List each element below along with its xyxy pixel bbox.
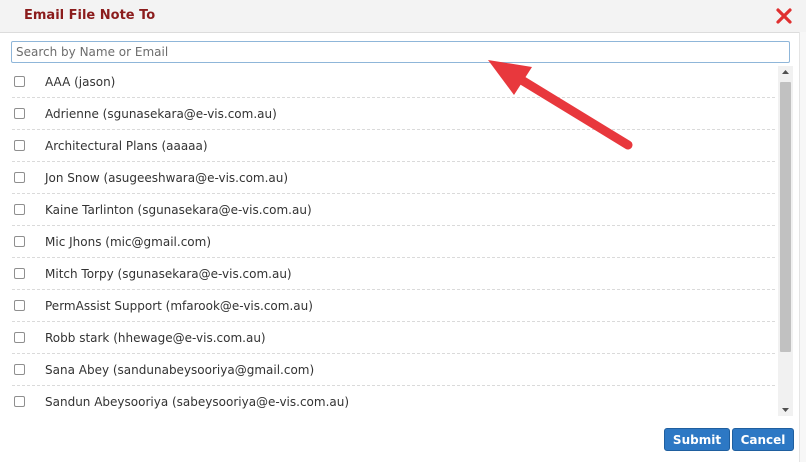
scrollbar-thumb[interactable] <box>780 82 791 352</box>
recipient-list: AAA (jason) Adrienne (sgunasekara@e-vis.… <box>0 66 777 416</box>
recipient-checkbox[interactable] <box>14 108 25 119</box>
recipient-row[interactable]: AAA (jason) <box>12 66 775 98</box>
recipient-checkbox[interactable] <box>14 204 25 215</box>
recipient-checkbox[interactable] <box>14 140 25 151</box>
search-input[interactable] <box>11 41 790 63</box>
recipient-checkbox[interactable] <box>14 268 25 279</box>
recipient-row[interactable]: Jon Snow (asugeeshwara@e-vis.com.au) <box>12 162 775 194</box>
recipient-row[interactable]: Mitch Torpy (sgunasekara@e-vis.com.au) <box>12 258 775 290</box>
recipient-row[interactable]: Robb stark (hhewage@e-vis.com.au) <box>12 322 775 354</box>
dialog-header: Email File Note To <box>0 0 806 33</box>
recipient-label: Sandun Abeysooriya (sabeysooriya@e-vis.c… <box>45 395 350 409</box>
scroll-up-arrow-icon[interactable] <box>778 66 793 78</box>
recipient-row[interactable]: Kaine Tarlinton (sgunasekara@e-vis.com.a… <box>12 194 775 226</box>
dialog-title: Email File Note To <box>24 8 156 23</box>
recipient-label: Robb stark (hhewage@e-vis.com.au) <box>45 331 266 345</box>
recipient-checkbox[interactable] <box>14 300 25 311</box>
recipient-label: Mic Jhons (mic@gmail.com) <box>45 235 212 249</box>
recipient-label: AAA (jason) <box>45 75 116 89</box>
scrollbar[interactable] <box>778 66 793 416</box>
recipient-row[interactable]: Sandun Abeysooriya (sabeysooriya@e-vis.c… <box>12 386 775 416</box>
close-icon[interactable] <box>775 7 793 25</box>
submit-button[interactable]: Submit <box>664 428 730 451</box>
recipient-label: Mitch Torpy (sgunasekara@e-vis.com.au) <box>45 267 292 281</box>
cancel-button[interactable]: Cancel <box>732 428 794 451</box>
background-page-edge <box>799 32 806 462</box>
recipient-row[interactable]: Architectural Plans (aaaaa) <box>12 130 775 162</box>
recipient-label: Kaine Tarlinton (sgunasekara@e-vis.com.a… <box>45 203 312 217</box>
recipient-checkbox[interactable] <box>14 364 25 375</box>
recipient-row[interactable]: Sana Abey (sandunabeysooriya@gmail.com) <box>12 354 775 386</box>
recipient-checkbox[interactable] <box>14 76 25 87</box>
scroll-down-arrow-icon[interactable] <box>778 404 793 416</box>
recipient-checkbox[interactable] <box>14 332 25 343</box>
recipient-checkbox[interactable] <box>14 396 25 407</box>
recipient-label: Architectural Plans (aaaaa) <box>45 139 208 153</box>
recipient-label: Jon Snow (asugeeshwara@e-vis.com.au) <box>45 171 289 185</box>
recipient-row[interactable]: Mic Jhons (mic@gmail.com) <box>12 226 775 258</box>
recipient-label: Adrienne (sgunasekara@e-vis.com.au) <box>45 107 277 121</box>
recipient-checkbox[interactable] <box>14 172 25 183</box>
email-dialog: Email File Note To AAA (jason) Adrienne … <box>0 0 806 462</box>
recipient-checkbox[interactable] <box>14 236 25 247</box>
recipient-row[interactable]: Adrienne (sgunasekara@e-vis.com.au) <box>12 98 775 130</box>
recipient-row[interactable]: PermAssist Support (mfarook@e-vis.com.au… <box>12 290 775 322</box>
recipient-label: PermAssist Support (mfarook@e-vis.com.au… <box>45 299 313 313</box>
recipient-label: Sana Abey (sandunabeysooriya@gmail.com) <box>45 363 315 377</box>
